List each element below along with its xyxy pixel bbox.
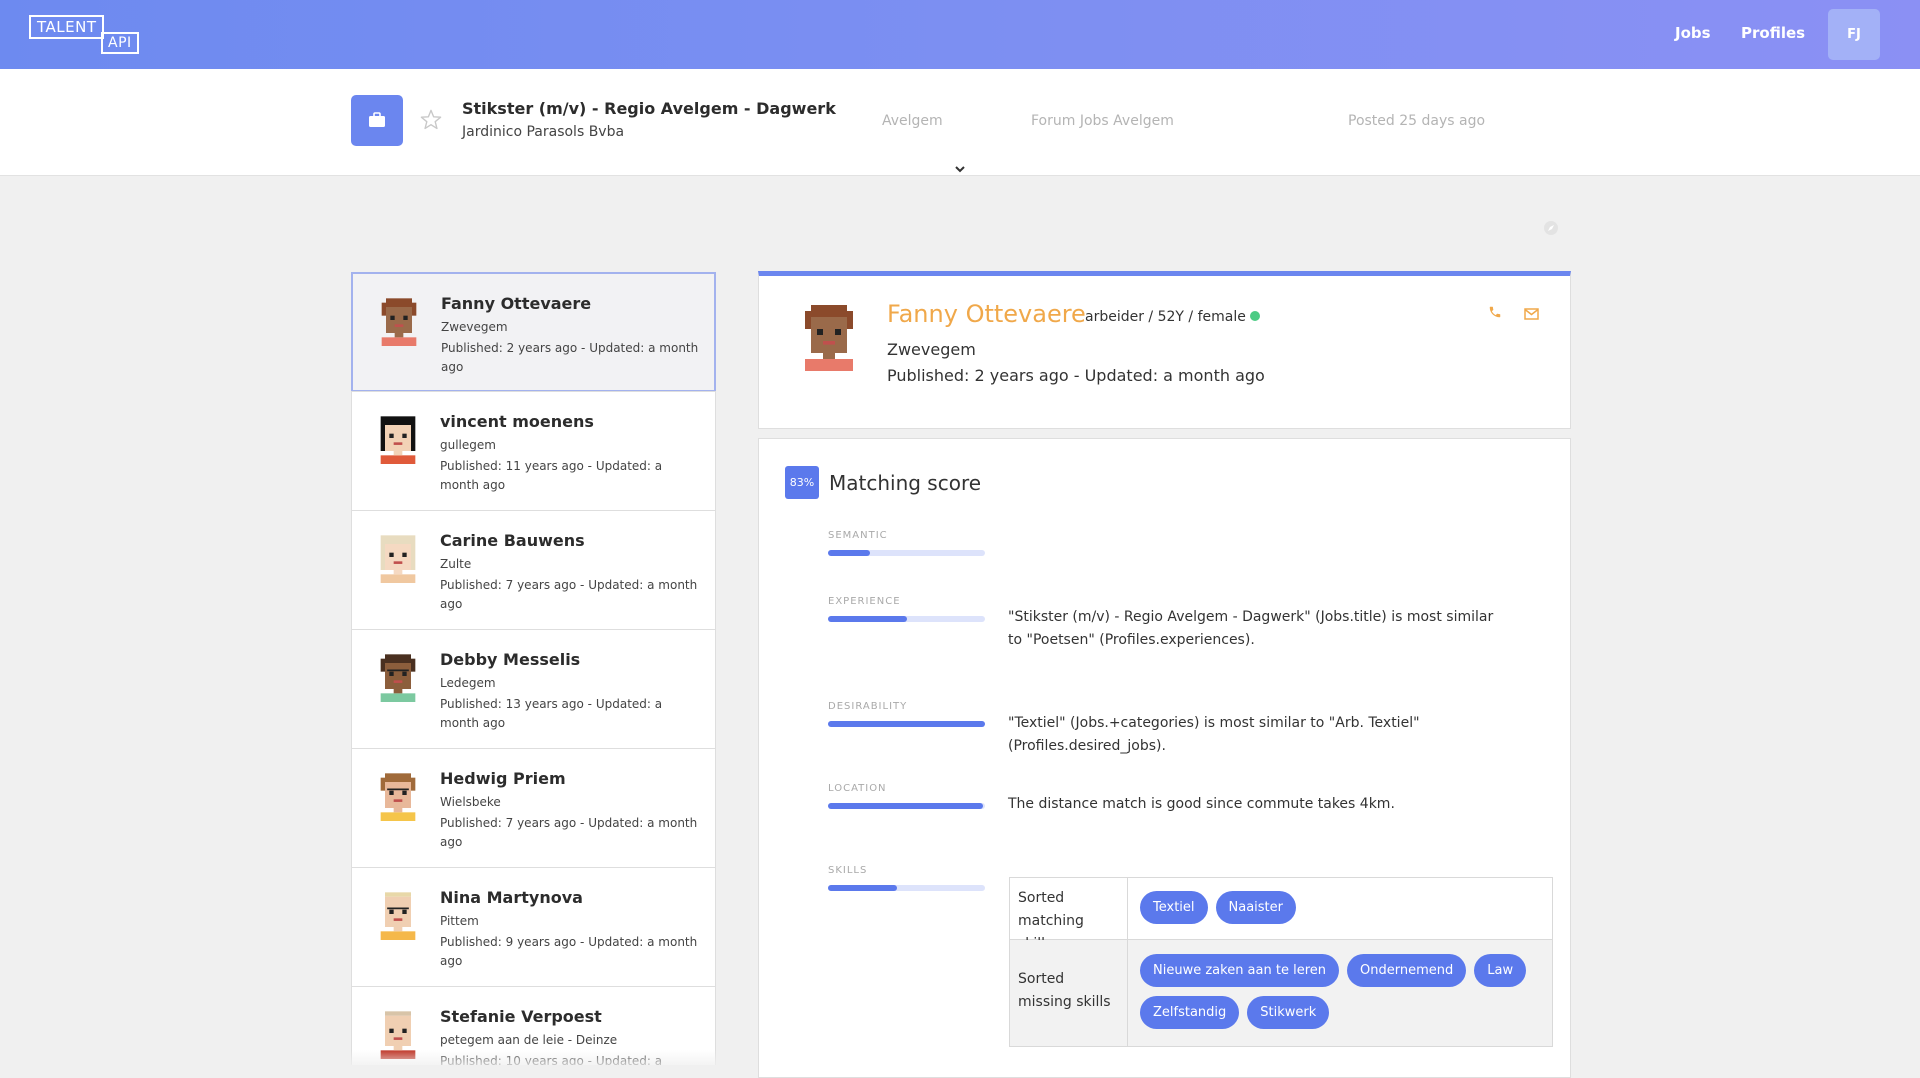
skill-chip[interactable]: Law	[1474, 954, 1527, 987]
avatar	[373, 294, 425, 350]
candidate-published: Published: 11 years ago - Updated: a mon…	[440, 459, 663, 492]
skill-chip[interactable]: Zelfstandig	[1140, 996, 1240, 1029]
criterion-progress-fill	[828, 616, 907, 622]
matching-score-card: 83% Matching score SEMANTIC EXPERIENCE "St…	[758, 438, 1571, 1078]
skill-chip[interactable]: Ondernemend	[1347, 954, 1467, 987]
logo-text-top: TALENT	[29, 15, 105, 39]
profile-published: Published: 2 years ago - Updated: a mont…	[887, 366, 1265, 385]
candidate-city: Zwevegem	[441, 320, 508, 334]
criterion-progress-bar	[828, 721, 985, 727]
candidate-card[interactable]: Carine Bauwens Zulte Published: 7 years ag…	[351, 510, 716, 630]
criterion-progress-bar	[828, 550, 985, 556]
criterion-label: LOCATION	[828, 783, 887, 794]
job-company: Jardinico Parasols Bvba	[462, 124, 625, 140]
candidate-name: Hedwig Priem	[440, 769, 566, 788]
candidate-card[interactable]: Debby Messelis Ledegem Published: 13 years…	[351, 629, 716, 749]
matching-skill-chips: Textiel Naaister	[1140, 891, 1540, 933]
candidate-card[interactable]: Nina Martynova Pittem Published: 9 years a…	[351, 867, 716, 987]
star-icon[interactable]	[420, 109, 442, 134]
missing-skill-chips: Nieuwe zaken aan te leren Ondernemend Law Z…	[1140, 954, 1540, 1038]
criterion-label: SKILLS	[828, 865, 868, 876]
candidate-published: Published: 7 years ago - Updated: a mont…	[440, 578, 698, 611]
matching-skills-label: Sorted matching skills	[1010, 878, 1128, 952]
candidate-name: Stefanie Verpoest	[440, 1007, 602, 1026]
candidate-city: Zulte	[440, 557, 472, 571]
criterion-explanation: The distance match is good since commute…	[1008, 796, 1395, 812]
candidate-published: Published: 13 years ago - Updated: a mon…	[440, 697, 663, 730]
logo-text-bottom: API	[101, 32, 139, 54]
candidate-card[interactable]: vincent moenens gullegem Published: 11 yea…	[351, 391, 716, 511]
profile-name: Fanny Ottevaere	[887, 300, 1086, 328]
candidate-city: gullegem	[440, 438, 496, 452]
skill-chip[interactable]: Stikwerk	[1247, 996, 1330, 1029]
candidate-card[interactable]: Hedwig Priem Wielsbeke Published: 7 years …	[351, 748, 716, 868]
candidate-city: Pittem	[440, 914, 479, 928]
criterion-label: DESIRABILITY	[828, 701, 908, 712]
avatar	[793, 299, 865, 375]
candidate-name: Carine Bauwens	[440, 531, 585, 550]
job-location: Avelgem	[882, 113, 943, 129]
criterion-progress-fill	[828, 550, 871, 556]
profile-city: Zwevegem	[887, 340, 976, 359]
avatar	[372, 888, 424, 944]
candidate-name: Fanny Ottevaere	[441, 294, 592, 313]
skills-table: Sorted matching skills TextielNaaister S…	[1009, 877, 1553, 1047]
matching-title: Matching score	[829, 471, 982, 495]
skill-chip[interactable]: Nieuwe zaken aan te leren	[1140, 954, 1339, 987]
job-source: Forum Jobs Avelgem	[1031, 113, 1174, 129]
criterion-progress-bar	[828, 616, 985, 622]
candidate-list: Fanny Ottevaere Zwevegem Published: 2 year…	[351, 272, 716, 1065]
criterion-label: EXPERIENCE	[828, 596, 901, 607]
score-badge: 83%	[785, 466, 819, 499]
avatar	[372, 531, 424, 587]
criterion-progress-fill	[828, 803, 984, 809]
job-summary-bar: Stikster (m/v) - Regio Avelgem - Dagwerk…	[0, 69, 1920, 176]
criterion-progress-bar	[828, 885, 985, 891]
candidate-city: Wielsbeke	[440, 795, 501, 809]
candidate-card[interactable]: Fanny Ottevaere Zwevegem Published: 2 year…	[351, 272, 716, 392]
compass-icon[interactable]	[1543, 220, 1559, 240]
user-avatar-button[interactable]: FJ	[1828, 9, 1880, 60]
matching-skills-row: Sorted matching skills TextielNaaister	[1010, 878, 1552, 952]
mail-icon[interactable]	[1524, 305, 1539, 324]
nav-jobs-link[interactable]: Jobs	[1675, 24, 1711, 42]
missing-skills-row: Sorted missing skills Nieuwe zaken aan t…	[1010, 940, 1552, 1046]
talent-api-logo[interactable]: TALENT API	[29, 15, 141, 55]
profile-detail-card: Fanny Ottevaere arbeider / 52Y / female …	[758, 271, 1571, 429]
nav-profiles-link[interactable]: Profiles	[1741, 24, 1805, 42]
job-posted-date: Posted 25 days ago	[1348, 113, 1486, 129]
job-title: Stikster (m/v) - Regio Avelgem - Dagwerk	[462, 99, 836, 118]
candidate-name: vincent moenens	[440, 412, 594, 431]
candidate-published: Published: 2 years ago - Updated: a mont…	[441, 341, 699, 374]
online-status-dot	[1249, 311, 1260, 321]
missing-skills-label: Sorted missing skills	[1010, 940, 1128, 1046]
profile-meta-text: arbeider / 52Y / female	[1085, 309, 1246, 325]
candidate-name: Nina Martynova	[440, 888, 583, 907]
candidate-published: Published: 9 years ago - Updated: a mont…	[440, 935, 698, 968]
avatar	[372, 650, 424, 706]
briefcase-icon	[351, 95, 403, 146]
chevron-down-icon[interactable]	[954, 158, 966, 177]
criterion-progress-bar	[828, 803, 985, 809]
list-fade-overlay	[300, 1050, 740, 1078]
criterion-explanation: "Stikster (m/v) - Regio Avelgem - Dagwer…	[1008, 609, 1494, 648]
criterion-progress-fill	[828, 721, 985, 727]
avatar	[372, 412, 424, 468]
candidate-published: Published: 7 years ago - Updated: a mont…	[440, 816, 698, 849]
candidate-name: Debby Messelis	[440, 650, 581, 669]
skill-chip[interactable]: Textiel	[1140, 891, 1208, 924]
profile-meta: arbeider / 52Y / female	[1085, 309, 1260, 325]
candidate-city: petegem aan de leie - Deinze	[440, 1033, 618, 1047]
skill-chip[interactable]: Naaister	[1215, 891, 1296, 924]
phone-icon[interactable]	[1488, 304, 1502, 323]
criterion-progress-fill	[828, 885, 898, 891]
criterion-explanation: "Textiel" (Jobs.+categories) is most sim…	[1008, 715, 1420, 754]
avatar	[372, 769, 424, 825]
candidate-city: Ledegem	[440, 676, 496, 690]
top-navbar: TALENT API Jobs Profiles FJ	[0, 0, 1920, 69]
criterion-label: SEMANTIC	[828, 530, 888, 541]
